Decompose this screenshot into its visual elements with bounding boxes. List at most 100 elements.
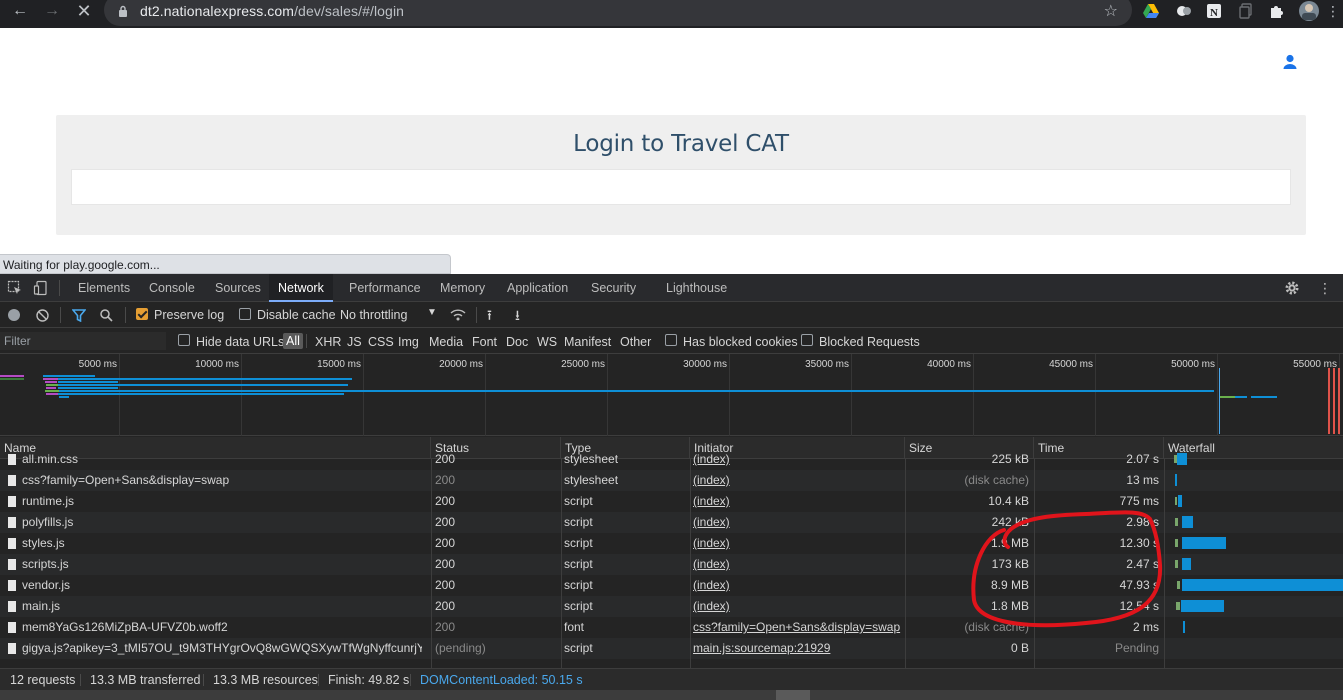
request-type: stylesheet [564,473,619,487]
filter-input[interactable]: Filter [0,332,166,350]
stop-loading-icon[interactable]: ✕ [74,2,94,22]
settings-gear-icon[interactable] [1284,280,1300,296]
filter-type-ws[interactable]: WS [537,335,557,349]
overview-bar [43,375,95,377]
extension-mask-icon[interactable] [1175,2,1193,20]
table-row[interactable]: gigya.js?apikey=3_tMI57OU_t9M3THYgrOvQ8w… [0,638,1343,659]
clear-icon[interactable] [36,309,49,322]
login-title: Login to Travel CAT [573,131,789,157]
blocked-requests-label: Blocked Requests [819,335,920,349]
back-arrow-icon[interactable]: ← [10,2,30,22]
load-event-marker [1333,368,1335,434]
request-name[interactable]: scripts.js [22,554,422,575]
request-initiator[interactable]: (index) [693,596,901,617]
tab-console[interactable]: Console [140,274,204,302]
request-name[interactable]: styles.js [22,533,422,554]
filter-type-css[interactable]: CSS [368,335,394,349]
tab-network[interactable]: Network [269,274,333,302]
file-icon [8,454,16,465]
inspect-element-icon[interactable] [7,280,23,296]
filter-type-doc[interactable]: Doc [506,335,528,349]
tab-lighthouse[interactable]: Lighthouse [657,274,736,302]
device-toolbar-icon[interactable] [33,280,49,296]
request-status: 200 [435,452,456,466]
copy-extension-icon[interactable] [1237,2,1255,20]
table-row[interactable]: all.min.css 200 stylesheet (index) 225 k… [0,449,1343,470]
login-form-area [71,169,1291,205]
request-name[interactable]: css?family=Open+Sans&display=swap [22,470,422,491]
filter-type-media[interactable]: Media [429,335,463,349]
filter-funnel-icon[interactable] [72,309,86,322]
overview-bar [58,393,344,395]
request-initiator[interactable]: main.js:sourcemap:21929 [693,638,901,659]
overview-bar [46,387,56,389]
request-initiator[interactable]: css?family=Open+Sans&display=swap [693,617,901,638]
throttling-dropdown-icon[interactable]: ▼ [427,307,437,318]
tab-performance[interactable]: Performance [340,274,430,302]
network-conditions-icon[interactable] [450,308,466,322]
request-initiator[interactable]: (index) [693,470,901,491]
tab-security[interactable]: Security [582,274,645,302]
request-name[interactable]: polyfills.js [22,512,422,533]
import-har-icon[interactable]: ⭱ [487,305,492,329]
network-overview-timeline[interactable]: 5000 ms 10000 ms 15000 ms 20000 ms 25000… [0,354,1343,436]
request-initiator[interactable]: (index) [693,512,901,533]
overview-bar [58,384,348,386]
request-name[interactable]: runtime.js [22,491,422,512]
filter-type-all[interactable]: All [283,333,303,349]
request-initiator[interactable]: (index) [693,491,901,512]
notion-icon[interactable]: N [1205,2,1223,20]
waterfall-bar [1182,558,1191,570]
filter-type-img[interactable]: Img [398,335,419,349]
overview-tick-label: 45000 ms [1049,359,1093,370]
throttling-select[interactable]: No throttling [340,308,407,322]
table-row[interactable]: css?family=Open+Sans&display=swap 200 st… [0,470,1343,491]
request-name[interactable]: main.js [22,596,422,617]
request-initiator[interactable]: (index) [693,533,901,554]
filter-type-js[interactable]: JS [347,335,362,349]
request-initiator[interactable]: (index) [693,554,901,575]
waterfall-bar [1177,453,1187,465]
filter-type-manifest[interactable]: Manifest [564,335,611,349]
request-type: script [564,578,593,592]
request-name[interactable]: all.min.css [22,449,422,470]
svg-text:N: N [1210,7,1218,19]
tab-sources[interactable]: Sources [206,274,270,302]
filter-type-xhr[interactable]: XHR [315,335,341,349]
export-har-icon[interactable]: ⭳ [515,305,520,329]
request-name[interactable]: vendor.js [22,575,422,596]
record-icon[interactable] [8,309,20,321]
disable-cache-checkbox[interactable] [239,308,251,320]
request-name[interactable]: gigya.js?apikey=3_tMI57OU_t9M3THYgrOvQ8w… [22,638,422,659]
tab-application[interactable]: Application [498,274,577,302]
file-icon [8,601,16,612]
bookmark-star-icon[interactable]: ☆ [1104,1,1118,21]
search-icon[interactable] [100,309,113,322]
filter-type-font[interactable]: Font [472,335,497,349]
devtools-menu-icon[interactable]: ⋮ [1318,280,1332,296]
request-name[interactable]: mem8YaGs126MiZpBA-UFVZ0b.woff2 [22,617,422,638]
address-bar[interactable]: dt2.nationalexpress.com/dev/sales/#/logi… [104,0,1132,26]
forward-arrow-icon[interactable]: → [42,2,62,22]
overview-bar [43,378,59,380]
request-initiator[interactable]: (index) [693,575,901,596]
preserve-log-checkbox[interactable] [136,308,148,320]
has-blocked-cookies-checkbox[interactable] [665,334,677,346]
overview-tick-label: 10000 ms [195,359,239,370]
summary-requests: 12 requests [10,673,76,687]
load-event-marker [1338,368,1340,434]
tab-elements[interactable]: Elements [69,274,139,302]
hide-data-urls-checkbox[interactable] [178,334,190,346]
profile-avatar[interactable] [1298,0,1320,22]
filter-type-other[interactable]: Other [620,335,651,349]
browser-menu-icon[interactable]: ⋮ [1323,2,1343,22]
blocked-requests-checkbox[interactable] [801,334,813,346]
google-drive-icon[interactable] [1142,2,1160,20]
request-status: 200 [435,473,456,487]
extensions-puzzle-icon[interactable] [1268,2,1286,20]
request-initiator[interactable]: (index) [693,449,901,470]
overview-tick-label: 35000 ms [805,359,849,370]
user-icon[interactable] [1283,54,1297,70]
tab-memory[interactable]: Memory [431,274,494,302]
request-status: 200 [435,599,456,613]
